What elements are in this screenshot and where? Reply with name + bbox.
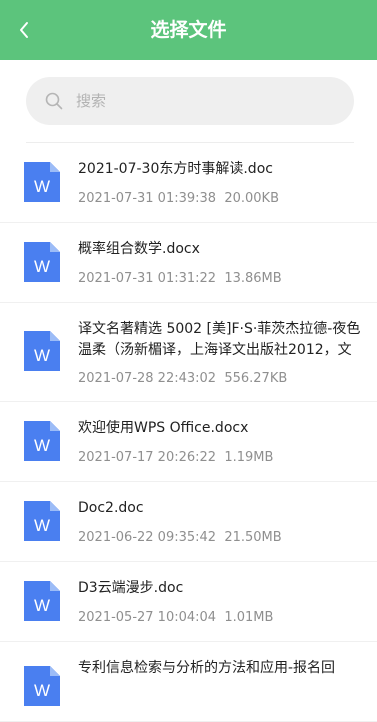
header-bar: 选择文件 [0,0,377,60]
svg-text:W: W [34,596,50,615]
file-item[interactable]: W 2021-07-30东方时事解读.doc 2021-07-31 01:39:… [0,143,377,223]
file-date: 2021-07-31 01:39:38 [78,191,217,206]
file-date: 2021-06-22 09:35:42 [78,530,217,545]
word-document-icon: W [24,666,60,706]
search-icon [45,92,63,110]
file-meta: 2021-05-27 10:04:04 1.01MB [78,609,370,627]
file-name: 欢迎使用WPS Office.docx [78,420,249,436]
svg-text:W: W [34,436,50,455]
file-date: 2021-07-17 20:26:22 [78,450,217,465]
file-list: W 2021-07-30东方时事解读.doc 2021-07-31 01:39:… [0,143,377,722]
search-bar[interactable] [26,77,354,125]
word-document-icon: W [24,501,60,541]
svg-text:W: W [34,177,50,196]
file-item[interactable]: W 概率组合数学.docx 2021-07-31 01:31:22 13.86M… [0,223,377,303]
file-meta: 2021-07-17 20:26:22 1.19MB [78,449,370,467]
file-meta: 2021-06-22 09:35:42 21.50MB [78,529,370,547]
file-meta: 2021-07-28 22:43:02 556.27KB [78,370,370,388]
search-input[interactable] [76,77,336,125]
file-name: D3云端漫步.doc [78,580,184,596]
file-item[interactable]: W 欢迎使用WPS Office.docx 2021-07-17 20:26:2… [0,402,377,482]
file-item[interactable]: W Doc2.doc 2021-06-22 09:35:42 21.50MB [0,482,377,562]
svg-text:W: W [34,681,50,700]
file-date: 2021-07-28 22:43:02 [78,371,217,386]
file-name: 概率组合数学.docx [78,241,200,257]
file-name: 2021-07-30东方时事解读.doc [78,161,273,177]
file-size: 20.00KB [224,191,280,206]
word-document-icon: W [24,162,60,202]
file-meta: 2021-07-31 01:31:22 13.86MB [78,270,370,288]
file-item[interactable]: W D3云端漫步.doc 2021-05-27 10:04:04 1.01MB [0,562,377,642]
svg-text:W: W [34,346,50,365]
file-name: 译文名著精选 5002 [美]F·S·菲茨杰拉德-夜色温柔（汤新楣译，上海译文出… [78,321,361,358]
file-date: 2021-07-31 01:31:22 [78,271,217,286]
file-item[interactable]: W 译文名著精选 5002 [美]F·S·菲茨杰拉德-夜色温柔（汤新楣译，上海译… [0,303,377,402]
file-name: 专利信息检索与分析的方法和应用-报名回 [78,660,336,676]
file-meta: 2021-07-31 01:39:38 20.00KB [78,190,370,208]
file-size: 21.50MB [224,530,282,545]
word-document-icon: W [24,331,60,371]
word-document-icon: W [24,242,60,282]
file-date: 2021-05-27 10:04:04 [78,610,217,625]
file-size: 556.27KB [224,371,288,386]
word-document-icon: W [24,421,60,461]
svg-text:W: W [34,257,50,276]
file-item[interactable]: W 专利信息检索与分析的方法和应用-报名回 [0,642,377,722]
file-name: Doc2.doc [78,500,144,516]
file-size: 1.19MB [224,450,274,465]
page-title: 选择文件 [150,19,227,41]
file-size: 13.86MB [224,271,282,286]
file-size: 1.01MB [224,610,274,625]
word-document-icon: W [24,581,60,621]
svg-text:W: W [34,516,50,535]
